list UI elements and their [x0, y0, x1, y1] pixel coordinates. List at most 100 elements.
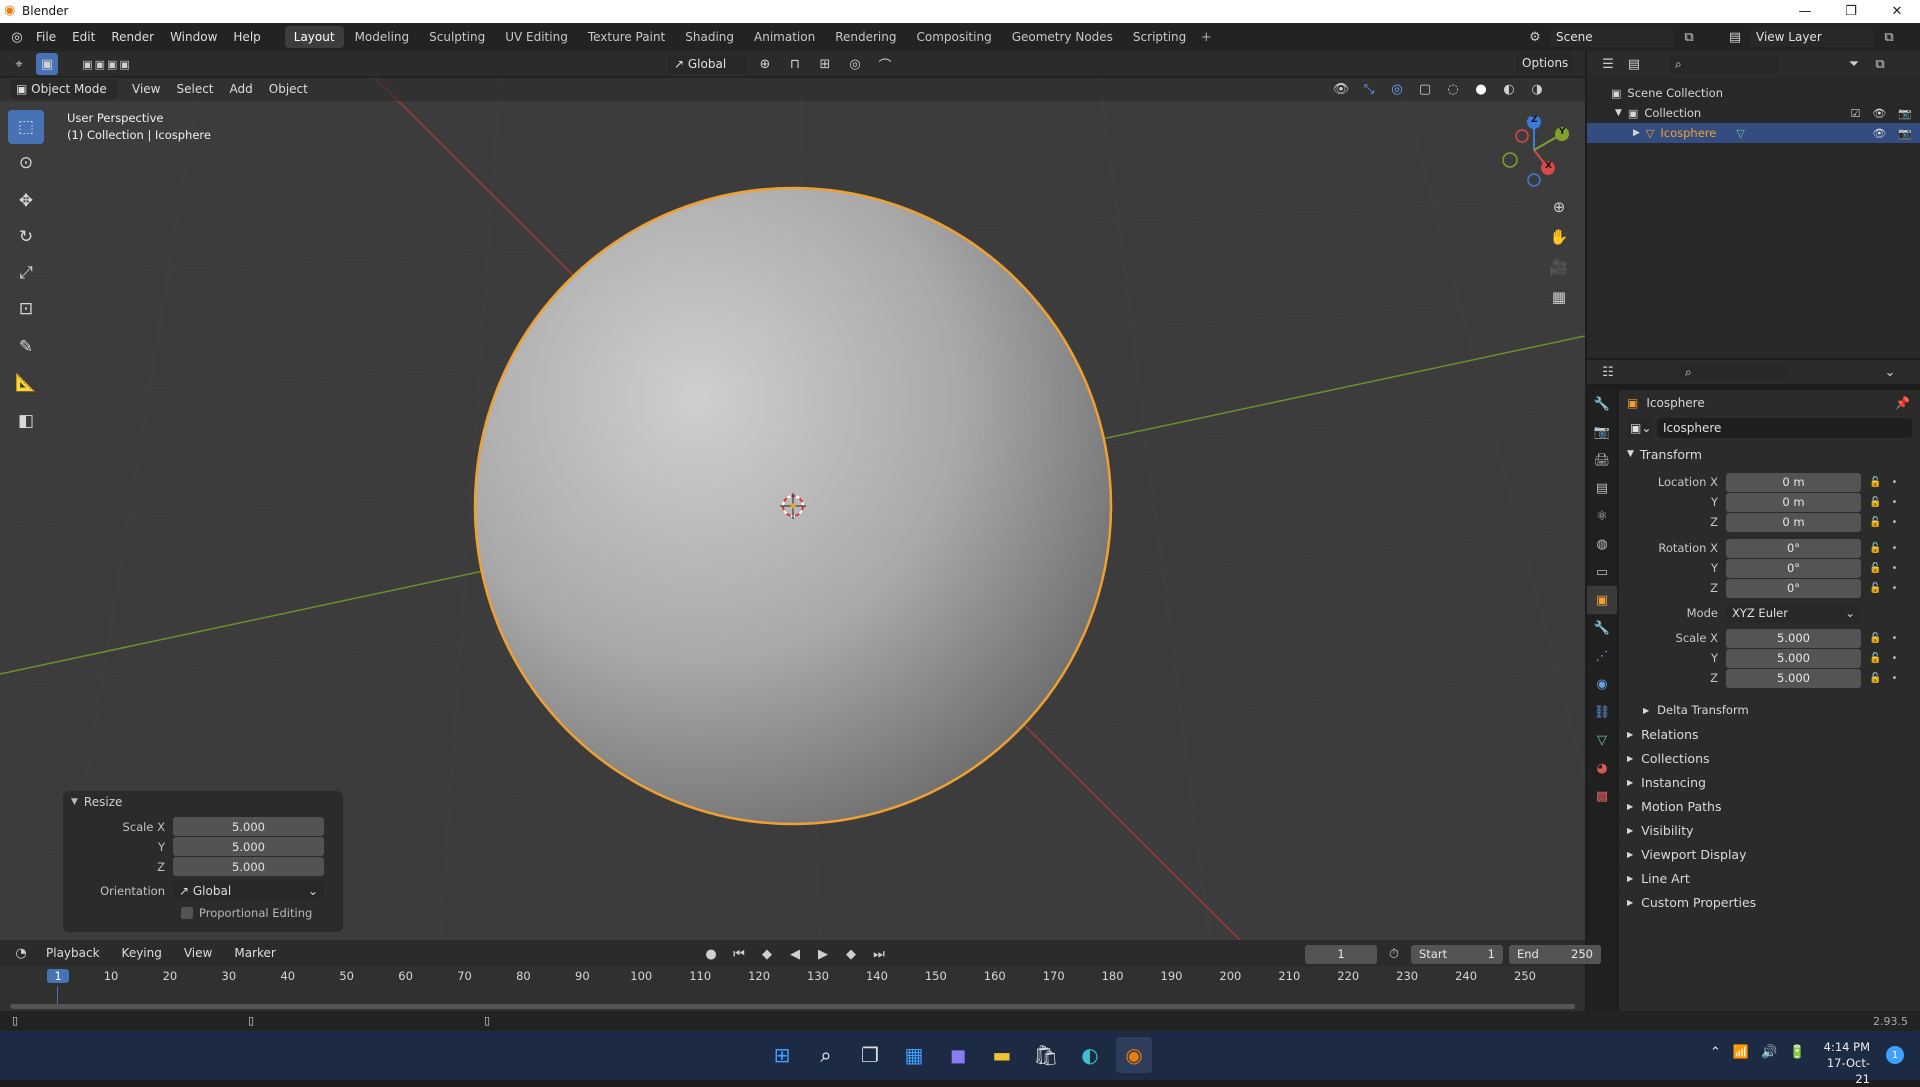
timeline-menu-marker[interactable]: Marker [226, 942, 283, 964]
rotation-z-field[interactable]: 0° [1726, 578, 1861, 598]
close-button[interactable]: ✕ [1874, 0, 1920, 23]
lock-icon[interactable]: 🔓 [1869, 543, 1881, 554]
tab-uv-editing[interactable]: UV Editing [496, 26, 577, 48]
properties-search-input[interactable]: ⌕ [1679, 363, 1789, 381]
render-tab-icon[interactable]: 📷 [1587, 418, 1617, 446]
new-scene-icon[interactable]: ⧉ [1678, 26, 1700, 48]
outliner-row-scene-collection[interactable]: ▣ Scene Collection [1587, 83, 1920, 103]
start-frame-field[interactable]: Start 1 [1411, 944, 1503, 964]
current-frame-field[interactable]: 1 [1305, 944, 1377, 964]
timeline-scrollbar[interactable] [10, 1004, 1575, 1009]
world-tab-icon[interactable]: ◍ [1587, 530, 1617, 558]
pivot-point-icon[interactable]: ⊕ [754, 53, 776, 75]
view-layer-field[interactable]: View Layer [1750, 27, 1874, 47]
lock-icon[interactable]: 🔓 [1869, 583, 1881, 594]
file-explorer-icon[interactable]: ▬ [984, 1037, 1020, 1073]
tab-rendering[interactable]: Rendering [826, 26, 905, 48]
view-layer-icon[interactable]: ▤ [1724, 26, 1746, 48]
menu-window[interactable]: Window [162, 23, 225, 51]
material-shading-icon[interactable]: ◐ [1498, 78, 1520, 100]
play-reverse-icon[interactable]: ◀ [784, 943, 806, 965]
tab-scripting[interactable]: Scripting [1124, 26, 1195, 48]
tab-shading[interactable]: Shading [676, 26, 743, 48]
keyframe-dot-icon[interactable]: • [1891, 673, 1897, 684]
tab-geometry-nodes[interactable]: Geometry Nodes [1003, 26, 1122, 48]
timeline-menu-keying[interactable]: Keying [114, 942, 170, 964]
falloff-icon[interactable]: ⌒ [874, 53, 896, 75]
start-menu-icon[interactable]: ⊞ [764, 1037, 800, 1073]
timeline-menu-playback[interactable]: Playback [38, 942, 108, 964]
select-tool-icon[interactable]: ⬚ [8, 110, 44, 144]
section-motion-paths[interactable]: ▶ Motion Paths [1619, 794, 1920, 818]
menu-edit[interactable]: Edit [64, 23, 103, 51]
pin-icon[interactable]: 📌 [1895, 396, 1910, 410]
physics-tab-icon[interactable]: ◉ [1587, 670, 1617, 698]
editor-type-icon[interactable]: ⌖ [8, 53, 30, 75]
camera-view-icon[interactable]: 🎥 [1548, 256, 1570, 278]
maximize-button[interactable]: ❐ [1828, 0, 1874, 23]
select-box-icon[interactable]: ▣ [36, 53, 58, 75]
location-z-field[interactable]: 0 m [1726, 512, 1861, 532]
transform-tool-icon[interactable]: ⊡ [8, 292, 44, 326]
task-view-icon[interactable]: ❐ [852, 1037, 888, 1073]
hide-eye-icon[interactable]: 👁 [1872, 127, 1886, 140]
outliner-search-input[interactable]: ⌕ [1669, 55, 1779, 73]
viewport-menu-add[interactable]: Add [222, 76, 261, 101]
lock-icon[interactable]: 🔓 [1869, 633, 1881, 644]
battery-icon[interactable]: 🔋 [1789, 1045, 1805, 1060]
store-icon[interactable]: 🛍 [1028, 1037, 1064, 1073]
rotation-x-field[interactable]: 0° [1726, 538, 1861, 558]
filter-icon[interactable]: ⏷ [1843, 53, 1865, 75]
solid-shading-icon[interactable]: ● [1470, 78, 1492, 100]
collapse-arrow-icon[interactable]: ▼ [71, 797, 78, 807]
render-camera-icon[interactable]: 📷 [1898, 127, 1912, 140]
texture-tab-icon[interactable]: ▩ [1587, 782, 1617, 810]
edge-browser-icon[interactable]: ◐ [1072, 1037, 1108, 1073]
section-custom-properties[interactable]: ▶ Custom Properties [1619, 890, 1920, 914]
section-instancing[interactable]: ▶ Instancing [1619, 770, 1920, 794]
viewport-menu-select[interactable]: Select [168, 76, 221, 101]
tab-animation[interactable]: Animation [745, 26, 824, 48]
exclude-checkbox-icon[interactable]: ☑ [1850, 107, 1860, 120]
outliner-editor-icon[interactable]: ☰ [1597, 53, 1619, 75]
move-tool-icon[interactable]: ✥ [8, 184, 44, 218]
constraints-tab-icon[interactable]: ⛓ [1587, 698, 1617, 726]
jump-keyframe-back-icon[interactable]: ◆ [756, 943, 778, 965]
delta-transform-header[interactable]: ▶ Delta Transform [1619, 698, 1920, 722]
chat-icon[interactable]: ◼ [940, 1037, 976, 1073]
resize-scale-x-field[interactable]: 5.000 [173, 817, 324, 836]
keyframe-dot-icon[interactable]: • [1891, 497, 1897, 508]
lock-icon[interactable]: 🔓 [1869, 673, 1881, 684]
widgets-icon[interactable]: ▦ [896, 1037, 932, 1073]
scale-z-field[interactable]: 5.000 [1726, 668, 1861, 688]
jump-keyframe-forward-icon[interactable]: ◆ [840, 943, 862, 965]
tab-sculpting[interactable]: Sculpting [420, 26, 494, 48]
scene-name-field[interactable]: Scene [1550, 27, 1674, 47]
lock-icon[interactable]: 🔓 [1869, 477, 1881, 488]
add-workspace-icon[interactable]: + [1195, 26, 1217, 48]
keyframe-dot-icon[interactable]: • [1891, 517, 1897, 528]
outliner-row-collection[interactable]: ▼ ▣ Collection ☑ 👁 📷 [1587, 103, 1920, 123]
expand-arrow-icon[interactable]: ▶ [1633, 128, 1640, 138]
viewport-menu-view[interactable]: View [124, 76, 168, 101]
wifi-icon[interactable]: 📶 [1733, 1045, 1749, 1060]
keyframe-dot-icon[interactable]: • [1891, 563, 1897, 574]
render-camera-icon[interactable]: 📷 [1898, 107, 1912, 120]
perspective-grid-icon[interactable]: ▦ [1548, 286, 1570, 308]
resize-panel-title[interactable]: Resize [84, 795, 122, 809]
section-collections[interactable]: ▶ Collections [1619, 746, 1920, 770]
hide-eye-icon[interactable]: 👁 [1872, 107, 1886, 120]
output-tab-icon[interactable]: 🖨 [1587, 446, 1617, 474]
tab-layout[interactable]: Layout [284, 26, 344, 48]
notification-badge[interactable]: 1 [1886, 1046, 1904, 1064]
minimize-button[interactable]: — [1782, 0, 1828, 23]
gizmo-toggle-icon[interactable]: ⤡ [1358, 78, 1380, 100]
keyframe-dot-icon[interactable]: • [1891, 543, 1897, 554]
particles-tab-icon[interactable]: ⋰ [1587, 642, 1617, 670]
material-tab-icon[interactable]: ◕ [1587, 754, 1617, 782]
auto-keying-icon[interactable]: ● [700, 943, 722, 965]
resize-scale-y-field[interactable]: 5.000 [173, 837, 324, 856]
snap-target-icon[interactable]: ⊞ [814, 53, 836, 75]
lock-icon[interactable]: 🔓 [1869, 497, 1881, 508]
scene-icon[interactable]: ⚙ [1524, 26, 1546, 48]
